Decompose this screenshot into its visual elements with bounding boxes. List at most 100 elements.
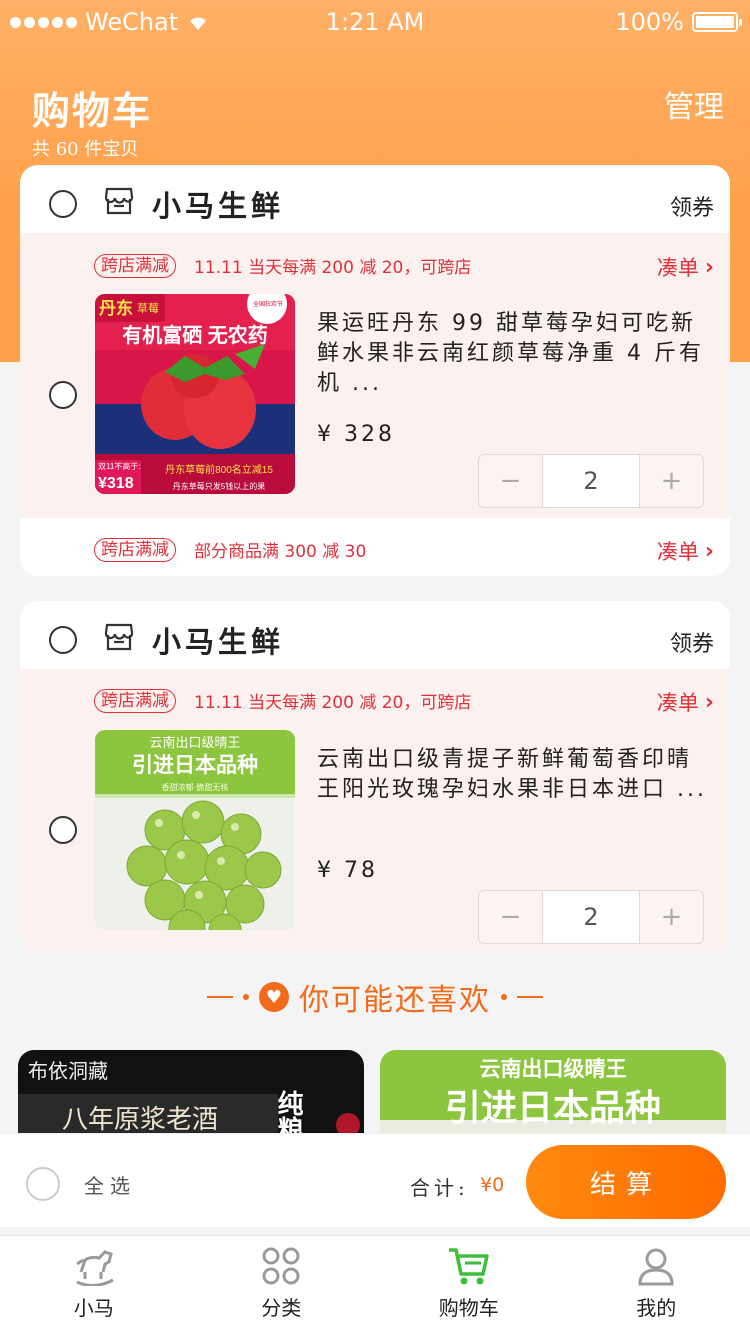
item-count: 共 60 件宝贝 [32, 139, 139, 160]
status-right: 100% [615, 8, 742, 36]
tab-label: 购物车 [438, 1296, 499, 1320]
chevron-right-icon: › [704, 689, 714, 715]
divider [207, 996, 233, 998]
quantity-stepper: − 2 + [478, 890, 704, 944]
promo-line: 跨店满减 部分商品满 300 减 30 [94, 537, 366, 562]
coupon-button[interactable]: 领券 [670, 626, 714, 658]
recommend-card[interactable]: 云南出口级晴王 引进日本品种 [380, 1050, 726, 1140]
add-on-link[interactable]: 凑单 › [657, 536, 714, 566]
img-badge: 全国狂欢节 [253, 300, 283, 308]
product-price: ¥ 78 [317, 858, 378, 883]
grid-icon [262, 1247, 300, 1285]
select-all-radio[interactable] [26, 1167, 60, 1201]
increment-button[interactable]: + [640, 891, 703, 943]
rocking-horse-icon [75, 1250, 114, 1286]
quantity-value[interactable]: 2 [542, 891, 640, 943]
img-line1: 云南出口级晴王 [149, 735, 240, 750]
rec-line1: 云南出口级晴王 [480, 1057, 627, 1081]
battery-label: 100% [615, 8, 684, 36]
add-on-label: 凑单 [656, 540, 699, 564]
promo-text: 11.11 当天每满 200 减 20，可跨店 [194, 258, 472, 278]
rec-text: 八年原浆老酒 [62, 1105, 218, 1135]
store-name[interactable]: 小马生鲜 [152, 183, 284, 225]
promo-area: 跨店满减 11.11 当天每满 200 减 20，可跨店 凑单 › 云南出口级晴… [20, 669, 730, 953]
add-on-link[interactable]: 凑单 › [657, 252, 714, 282]
divider [517, 996, 543, 998]
recommend-header: ♥ 你可能还喜欢 [0, 975, 750, 1019]
promo-tag: 跨店满减 [94, 537, 176, 562]
img-banner-left: 丹东 [99, 298, 133, 318]
recommend-title: 你可能还喜欢 [299, 983, 491, 1018]
product-title[interactable]: 果运旺丹东 99 甜草莓孕妇可吃新鲜水果非云南红颜草莓净重 4 斤有机 ... [317, 309, 707, 399]
store-select-radio[interactable] [49, 626, 77, 654]
increment-button[interactable]: + [640, 455, 703, 507]
recommend-card[interactable]: 布依洞藏 八年原浆老酒 纯粮 [18, 1050, 364, 1140]
store-select-radio[interactable] [49, 190, 77, 218]
liquor-image: 布依洞藏 八年原浆老酒 纯粮 [18, 1050, 364, 1140]
grape-image: 云南出口级晴王 引进日本品种 香甜浓郁·脆甜无核 [95, 730, 295, 930]
add-on-link[interactable]: 凑单 › [657, 687, 714, 717]
item-select-radio[interactable] [49, 381, 77, 409]
heart-icon: ♥ [259, 982, 289, 1012]
checkout-button[interactable]: 结算 [526, 1145, 726, 1219]
user-icon [638, 1248, 674, 1286]
item-select-radio[interactable] [49, 816, 77, 844]
img-footer2: 丹东草莓只发5钱以上的果 [173, 481, 265, 491]
grape-banner-image: 云南出口级晴王 引进日本品种 [380, 1050, 726, 1140]
strawberry-image: 丹东 草莓 全国狂欢节 有机富硒 无农药 双11不高于: ¥318 丹东草莓前8… [95, 294, 295, 494]
store-icon [104, 187, 134, 215]
store-name[interactable]: 小马生鲜 [152, 619, 284, 661]
store-header: 小马生鲜 领券 [20, 165, 730, 233]
tab-bar: 小马 分类 购物车 我的 [0, 1235, 750, 1334]
rec-brand: 布依洞藏 [28, 1059, 108, 1083]
tab-label: 小马 [73, 1296, 114, 1320]
checkout-bar: 全选 合计: ¥0 结算 [0, 1133, 750, 1227]
page-title: 购物车 [32, 89, 153, 133]
divider-dot [501, 994, 507, 1000]
battery-icon [692, 12, 742, 32]
img-line2: 引进日本品种 [132, 754, 258, 777]
cart-icon [448, 1248, 489, 1285]
promo-tag: 跨店满减 [94, 253, 176, 278]
add-on-label: 凑单 [656, 691, 699, 715]
chevron-right-icon: › [704, 254, 714, 280]
promo-text: 部分商品满 300 减 30 [194, 542, 367, 562]
store-card: 小马生鲜 领券 跨店满减 11.11 当天每满 200 减 20，可跨店 凑单 › [20, 601, 730, 953]
total-label: 合计: [410, 1176, 469, 1200]
promo-text: 11.11 当天每满 200 减 20，可跨店 [194, 693, 472, 713]
img-corner-price: ¥318 [98, 475, 134, 492]
img-headline: 有机富硒 无农药 [122, 323, 268, 347]
tab-label: 我的 [636, 1296, 677, 1320]
coupon-button[interactable]: 领券 [670, 190, 714, 222]
rec-line2: 引进日本品种 [445, 1087, 661, 1128]
tab-cart[interactable]: 购物车 [375, 1236, 563, 1334]
chevron-right-icon: › [704, 538, 714, 564]
manage-button[interactable]: 管理 [664, 82, 724, 126]
decrement-button[interactable]: − [479, 455, 542, 507]
promo-tag: 跨店满减 [94, 688, 176, 713]
store-card: 小马生鲜 领券 跨店满减 11.11 当天每满 200 减 20，可跨店 凑单 › [20, 165, 730, 576]
img-footer1: 丹东草莓前800名立减15 [165, 463, 273, 476]
promo-area: 跨店满减 11.11 当天每满 200 减 20，可跨店 凑单 › 丹东 草莓 … [20, 233, 730, 518]
select-all-label[interactable]: 全选 [84, 1170, 136, 1199]
quantity-value[interactable]: 2 [542, 455, 640, 507]
add-on-label: 凑单 [656, 256, 699, 280]
tab-profile[interactable]: 我的 [563, 1236, 750, 1334]
product-title[interactable]: 云南出口级青提子新鲜葡萄香印晴王阳光玫瑰孕妇水果非日本进口 ... [317, 745, 707, 805]
status-bar: WeChat 1:21 AM 100% [0, 0, 750, 44]
bottom-promo: 跨店满减 部分商品满 300 减 30 凑单 › [20, 518, 730, 576]
tab-label: 分类 [261, 1296, 302, 1320]
total-value: ¥0 [480, 1174, 505, 1196]
product-image[interactable]: 丹东 草莓 全国狂欢节 有机富硒 无农药 双11不高于: ¥318 丹东草莓前8… [95, 294, 295, 494]
tab-category[interactable]: 分类 [188, 1236, 376, 1334]
decrement-button[interactable]: − [479, 891, 542, 943]
img-line3: 香甜浓郁·脆甜无核 [162, 782, 229, 792]
tab-home[interactable]: 小马 [0, 1236, 188, 1334]
store-icon [104, 623, 134, 651]
img-banner-small: 草莓 [137, 302, 159, 315]
divider-dot [243, 994, 249, 1000]
promo-line: 跨店满减 11.11 当天每满 200 减 20，可跨店 [94, 688, 471, 713]
product-image[interactable]: 云南出口级晴王 引进日本品种 香甜浓郁·脆甜无核 [95, 730, 295, 930]
quantity-stepper: − 2 + [478, 454, 704, 508]
product-price: ¥ 328 [317, 422, 395, 447]
